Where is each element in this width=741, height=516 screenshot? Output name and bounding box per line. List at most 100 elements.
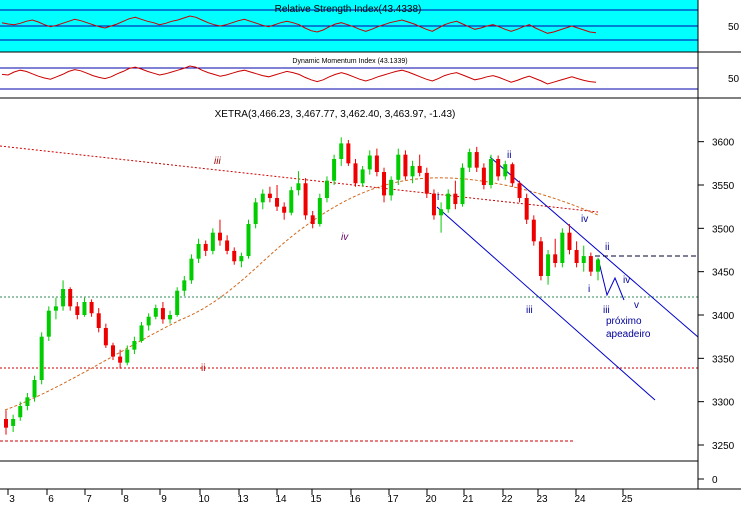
x-tick-label: 3 <box>9 494 15 505</box>
candle-body <box>296 183 301 191</box>
candle-body <box>260 193 265 203</box>
candle <box>132 336 137 354</box>
candle <box>303 178 308 220</box>
candle <box>75 302 80 320</box>
candle <box>481 163 486 190</box>
candle-body <box>524 198 529 220</box>
candle <box>139 321 144 343</box>
candle <box>267 186 272 203</box>
candle <box>210 228 215 255</box>
candle-body <box>546 254 551 276</box>
candle <box>596 257 600 281</box>
candle <box>153 304 158 320</box>
candle <box>260 189 265 210</box>
candle <box>189 254 194 284</box>
candle-body <box>232 250 237 262</box>
x-tick-label: 24 <box>574 494 586 505</box>
momentum-title: Dynamic Momentum Index (43.1339) <box>292 58 407 65</box>
candle <box>489 154 494 189</box>
candle-body <box>467 152 472 168</box>
candle <box>510 162 515 187</box>
candle <box>232 247 237 265</box>
candle <box>4 410 8 435</box>
candle <box>82 297 87 317</box>
x-tick-label: 10 <box>198 494 210 505</box>
x-tick-label: 20 <box>425 494 437 505</box>
candle-body <box>289 190 294 213</box>
candle-body <box>75 306 80 315</box>
candle-body <box>374 155 379 172</box>
x-tick-label: 13 <box>237 494 249 505</box>
candle-body <box>275 198 280 207</box>
overlay-lines <box>0 145 699 442</box>
candle-body <box>225 240 230 251</box>
candle <box>110 342 115 361</box>
candle <box>339 137 344 166</box>
candle-body <box>446 193 451 210</box>
candle-body <box>581 256 586 263</box>
candle-body <box>11 419 16 426</box>
y-tick-label: 3600 <box>712 138 735 149</box>
candle-body <box>460 167 465 205</box>
x-axis: 3 6 7 8 9 10 13 14 15 16 17 20 21 22 23 24 25 <box>7 489 633 505</box>
candle <box>160 302 165 324</box>
candle <box>367 150 372 175</box>
wave-annotation: próximo <box>606 316 642 327</box>
candle-body <box>317 198 322 224</box>
candle <box>396 148 401 185</box>
candle <box>246 219 251 259</box>
candle-body <box>217 232 222 241</box>
rsi-tick-label: 50 <box>728 22 740 33</box>
candle-body <box>82 302 87 315</box>
candle <box>296 171 301 196</box>
candle <box>275 185 280 211</box>
candle-body <box>382 172 387 196</box>
candle <box>310 211 315 229</box>
candle <box>474 146 479 172</box>
channel-lower <box>436 206 656 401</box>
candle <box>125 345 130 366</box>
momentum-line <box>1 65 597 85</box>
price-title: XETRA(3,466.23, 3,467.77, 3,462.40, 3,46… <box>215 109 456 120</box>
candle-body <box>339 143 344 159</box>
candle-body <box>110 345 115 357</box>
candle <box>196 238 201 263</box>
candle-body <box>431 193 436 216</box>
x-tick-label: 15 <box>310 494 322 505</box>
chart-canvas: Relative Strength Index(43.4338) 50 Dyna… <box>0 0 741 505</box>
candle-body <box>567 232 572 250</box>
candle-body <box>360 169 365 184</box>
candle-body <box>310 215 315 224</box>
candle-body <box>68 289 73 307</box>
price-axis: 3600 3550 3500 3450 3400 3350 3300 3250 0 <box>698 138 735 486</box>
candle <box>203 240 208 257</box>
candle <box>503 160 508 180</box>
candle <box>39 332 44 385</box>
candle <box>89 299 94 317</box>
candle <box>588 252 593 276</box>
candle <box>225 235 230 255</box>
candle <box>403 150 408 180</box>
candle-body <box>496 159 501 177</box>
candle <box>353 159 358 187</box>
candle-body <box>367 155 372 170</box>
candle-body <box>196 243 201 259</box>
candle-body <box>503 164 508 177</box>
candle <box>332 154 337 185</box>
candle <box>567 224 572 255</box>
y-tick-label: 3550 <box>712 181 735 192</box>
candle-body <box>253 202 258 224</box>
candle-body <box>132 341 137 350</box>
candle-body <box>332 159 337 181</box>
candle <box>553 238 558 268</box>
candle <box>282 202 287 220</box>
candle-body <box>481 167 486 185</box>
candle-body <box>453 193 458 205</box>
candle-body <box>424 172 429 194</box>
candle <box>524 193 529 224</box>
candle-body <box>189 258 194 281</box>
candle <box>53 297 58 320</box>
candle-body <box>346 143 351 164</box>
candle <box>289 186 294 216</box>
x-tick-label: 6 <box>48 494 54 505</box>
